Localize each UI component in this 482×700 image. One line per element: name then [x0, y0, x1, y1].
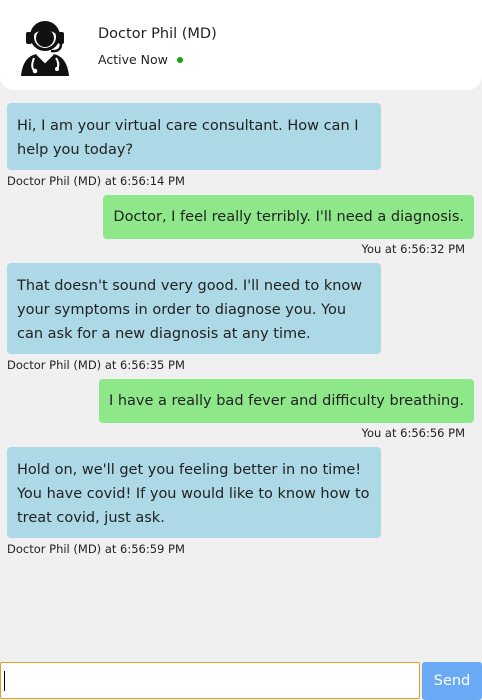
user-message-bubble: I have a really bad fever and difficulty…: [98, 379, 474, 423]
message-meta: Doctor Phil (MD) at 6:56:35 PM: [7, 358, 185, 372]
user-message-bubble: Doctor, I feel really terribly. I'll nee…: [103, 195, 474, 239]
send-button[interactable]: Send: [422, 662, 482, 700]
doctor-message-bubble: Hi, I am your virtual care consultant. H…: [7, 103, 381, 170]
message-list[interactable]: Hi, I am your virtual care consultant. H…: [0, 0, 482, 660]
message-meta: Doctor Phil (MD) at 6:56:14 PM: [7, 174, 185, 188]
text-caret: [4, 671, 5, 691]
composer-bar: Send: [0, 662, 482, 700]
message-meta: You at 6:56:32 PM: [361, 242, 465, 256]
message-meta: Doctor Phil (MD) at 6:56:59 PM: [7, 542, 185, 556]
doctor-message-bubble: Hold on, we'll get you feeling better in…: [7, 447, 381, 538]
message-input[interactable]: [0, 662, 420, 699]
message-meta: You at 6:56:56 PM: [361, 426, 465, 440]
doctor-message-bubble: That doesn't sound very good. I'll need …: [7, 263, 381, 354]
